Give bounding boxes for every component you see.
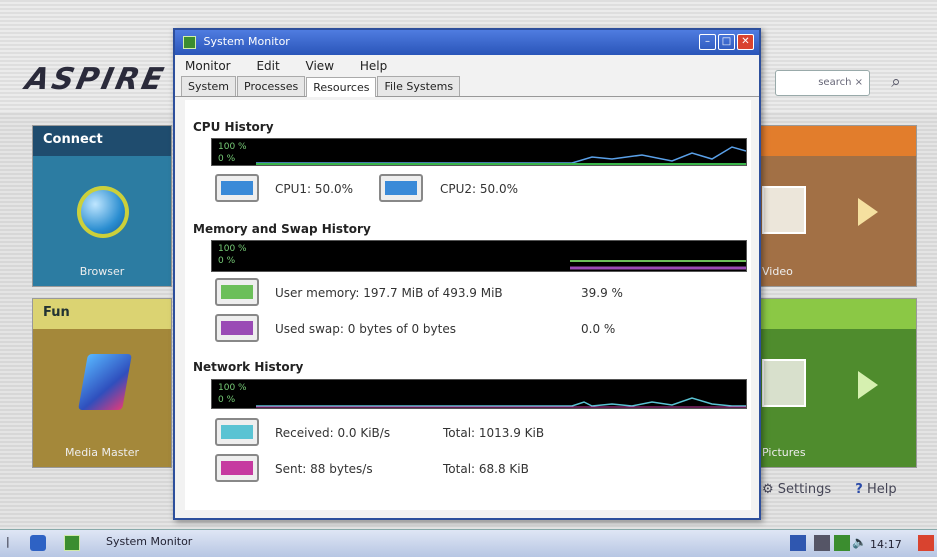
play-arrow-icon	[858, 371, 878, 399]
received-rate: Received: 0.0 KiB/s	[275, 426, 391, 440]
tray-volume-icon[interactable]: 🔈	[852, 535, 868, 551]
video-icon	[762, 186, 806, 234]
sent-rate: Sent: 88 bytes/s	[275, 462, 373, 476]
tile-pictures-label: Pictures	[762, 446, 806, 459]
minimize-button[interactable]: –	[699, 34, 716, 50]
tab-file-systems[interactable]: File Systems	[377, 76, 461, 96]
cpu2-color-button[interactable]	[379, 174, 423, 202]
launcher-footer-links: ⚙ Settings ? Help	[762, 482, 917, 497]
cpu1-color-button[interactable]	[215, 174, 259, 202]
network-history-title: Network History	[193, 360, 304, 374]
network-history-graph: 100 % 0 %	[211, 379, 747, 409]
maximize-button[interactable]: □	[718, 34, 735, 50]
tray-power-icon[interactable]	[918, 535, 934, 551]
menu-bar: Monitor Edit View Help	[175, 55, 759, 77]
tab-bar: System Processes Resources File Systems	[175, 76, 759, 97]
aspire-logo: ASPIRE	[22, 62, 170, 97]
tile-video-heading	[758, 126, 916, 156]
search-button-label[interactable]: search	[818, 77, 851, 88]
taskbar-edge: |	[6, 535, 10, 548]
tray-monitor-icon[interactable]	[834, 535, 850, 551]
tile-connect-label: Browser	[79, 265, 125, 278]
sent-color-button[interactable]	[215, 454, 259, 482]
globe-icon	[77, 186, 129, 238]
taskbar-task-system-monitor[interactable]: System Monitor	[106, 535, 192, 548]
tile-connect-heading: Connect	[33, 126, 171, 156]
search-icon[interactable]: ⌕	[876, 68, 916, 96]
tile-video-label: Video	[762, 265, 793, 278]
system-monitor-window: System Monitor – □ ✕ Monitor Edit View H…	[173, 28, 761, 520]
cpu-graph-lines	[256, 146, 746, 165]
window-titlebar[interactable]: System Monitor – □ ✕	[175, 30, 759, 55]
memory-history-title: Memory and Swap History	[193, 222, 371, 236]
user-memory-percent: 39.9 %	[581, 286, 623, 300]
help-link[interactable]: ? Help	[855, 482, 906, 497]
used-swap-text: Used swap: 0 bytes of 0 bytes	[275, 322, 456, 336]
tile-connect[interactable]: Connect Browser	[32, 125, 172, 287]
home-icon[interactable]	[30, 535, 46, 551]
taskbar: | System Monitor 🔈 14:17	[0, 529, 937, 557]
tile-video[interactable]: Video	[757, 125, 917, 287]
window-title: System Monitor	[203, 35, 290, 48]
tab-resources[interactable]: Resources	[306, 77, 377, 97]
tile-fun[interactable]: Fun Media Master	[32, 298, 172, 468]
network-graph-lines	[256, 397, 746, 408]
system-monitor-icon	[183, 35, 196, 49]
cpu-history-title: CPU History	[193, 120, 274, 134]
resources-panel: CPU History 100 % 0 % CPU1: 50.0% CPU2: …	[185, 100, 751, 510]
play-arrow-icon	[858, 198, 878, 226]
menu-view[interactable]: View	[306, 59, 334, 73]
memory-graph-lines	[570, 260, 746, 270]
tile-pictures-heading	[758, 299, 916, 329]
sent-total: Total: 68.8 KiB	[443, 462, 529, 476]
tray-network-icon[interactable]	[790, 535, 806, 551]
search-input[interactable]: search ×	[775, 70, 870, 96]
menu-edit[interactable]: Edit	[256, 59, 279, 73]
settings-link[interactable]: ⚙ Settings	[762, 482, 841, 497]
used-swap-percent: 0.0 %	[581, 322, 616, 336]
tile-fun-heading: Fun	[33, 299, 171, 329]
help-icon: ?	[855, 482, 863, 497]
menu-monitor[interactable]: Monitor	[185, 59, 231, 73]
tray-display-icon[interactable]	[814, 535, 830, 551]
cpu-history-graph: 100 % 0 %	[211, 138, 747, 166]
received-total: Total: 1013.9 KiB	[443, 426, 545, 440]
taskbar-clock: 14:17	[870, 538, 902, 551]
memory-history-graph: 100 % 0 %	[211, 240, 747, 272]
user-memory-text: User memory: 197.7 MiB of 493.9 MiB	[275, 286, 503, 300]
tile-pictures[interactable]: Pictures	[757, 298, 917, 468]
tile-fun-label: Media Master	[64, 446, 140, 459]
swap-color-button[interactable]	[215, 314, 259, 342]
tab-system[interactable]: System	[181, 76, 237, 96]
cpu1-usage: CPU1: 50.0%	[275, 182, 354, 196]
menu-help[interactable]: Help	[360, 59, 387, 73]
tab-processes[interactable]: Processes	[237, 76, 306, 96]
memory-color-button[interactable]	[215, 278, 259, 306]
media-master-icon	[78, 354, 132, 410]
cpu2-usage: CPU2: 50.0%	[440, 182, 519, 196]
pictures-icon	[762, 359, 806, 407]
received-color-button[interactable]	[215, 418, 259, 446]
close-button[interactable]: ✕	[737, 34, 754, 50]
system-monitor-task-icon[interactable]	[64, 535, 80, 551]
